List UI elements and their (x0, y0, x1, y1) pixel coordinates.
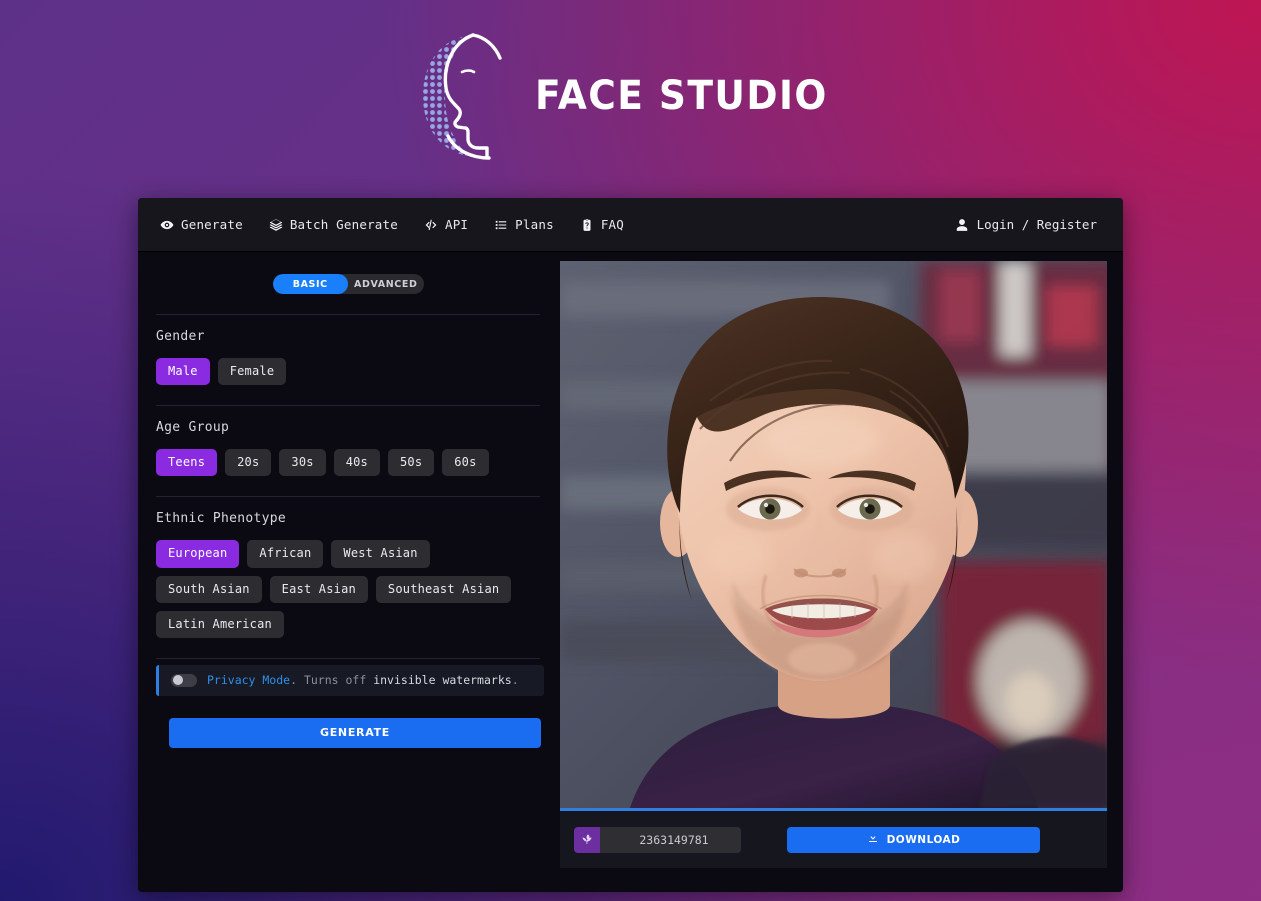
privacy-mode-toggle[interactable] (171, 673, 197, 687)
toggle-knob (173, 675, 183, 686)
gender-option-male[interactable]: Male (156, 358, 210, 386)
section-ethnic-phenotype: Ethnic Phenotype European African West A… (156, 497, 540, 638)
section-title-ethnic-phenotype: Ethnic Phenotype (156, 511, 287, 527)
age-option-teens[interactable]: Teens (156, 449, 218, 477)
privacy-mode-separator: . (290, 673, 298, 688)
section-gender: Gender Male Female (156, 315, 540, 386)
nav-item-label: Batch Generate (289, 217, 398, 232)
download-button[interactable]: DOWNLOAD (787, 826, 1040, 853)
result-card: DOWNLOAD (560, 261, 1107, 868)
ethnicity-option-south-asian[interactable]: South Asian (156, 575, 262, 603)
nav-item-label: Plans (515, 217, 554, 232)
ethnicity-option-west-asian[interactable]: West Asian (331, 540, 430, 568)
login-register-label: Login / Register (976, 217, 1097, 232)
eye-icon (160, 218, 174, 232)
gender-option-female[interactable]: Female (217, 358, 287, 386)
code-brackets-icon (424, 218, 438, 232)
age-option-60s[interactable]: 60s (442, 449, 489, 477)
age-option-40s[interactable]: 40s (333, 449, 380, 477)
age-group-options: Teens 20s 30s 40s 50s 60s (156, 449, 540, 477)
nav-item-faq[interactable]: FAQ (580, 217, 624, 232)
seed-field (574, 826, 741, 853)
divider (156, 657, 540, 659)
age-option-50s[interactable]: 50s (387, 449, 435, 477)
result-action-bar: DOWNLOAD (560, 811, 1107, 868)
gender-options: Male Female (156, 358, 540, 386)
brand-logo: FACE STUDIO (0, 26, 1261, 166)
result-panel: DOWNLOAD (560, 252, 1123, 892)
nav-item-api[interactable]: API (424, 217, 468, 232)
privacy-mode-label[interactable]: Privacy Mode (207, 673, 290, 687)
age-option-20s[interactable]: 20s (225, 449, 272, 477)
app-window: Generate Batch Generate API Plans FAQ Lo… (138, 198, 1123, 892)
section-age-group: Age Group Teens 20s 30s 40s 50s 60s (156, 406, 540, 477)
ethnicity-option-southeast-asian[interactable]: Southeast Asian (375, 575, 512, 603)
brand-name: FACE STUDIO (534, 73, 828, 119)
face-profile-halftone-sphere-logo-icon (415, 32, 521, 160)
nav-item-label: API (444, 217, 469, 232)
ethnic-phenotype-options: European African West Asian South Asian … (156, 540, 540, 638)
ethnicity-option-latin-american[interactable]: Latin American (156, 610, 284, 638)
mode-toggle: BASIC ADVANCED (272, 274, 424, 294)
section-title-age-group: Age Group (156, 420, 230, 436)
controls-panel: BASIC ADVANCED Gender Male Female Age Gr… (138, 252, 560, 892)
privacy-mode-text: Privacy Mode. Turns off invisible waterm… (207, 673, 519, 687)
tab-advanced[interactable]: ADVANCED (348, 274, 424, 294)
user-icon (955, 218, 969, 232)
generated-face-image[interactable] (560, 261, 1107, 808)
seedling-icon[interactable] (574, 826, 600, 853)
nav-item-label: FAQ (600, 217, 624, 232)
login-register-button[interactable]: Login / Register (955, 217, 1097, 232)
privacy-mode-desc-post: . (511, 673, 519, 688)
nav-item-label: Generate (181, 217, 243, 232)
clipboard-question-icon (580, 218, 594, 232)
ethnicity-option-african[interactable]: African (247, 540, 324, 568)
seed-input[interactable] (600, 826, 741, 853)
ethnicity-option-european[interactable]: European (156, 540, 240, 568)
download-icon (867, 832, 879, 847)
download-label: DOWNLOAD (886, 833, 961, 846)
age-option-30s[interactable]: 30s (279, 449, 326, 477)
privacy-mode-desc-emphasis: invisible watermarks (373, 673, 512, 688)
nav-item-batch-generate[interactable]: Batch Generate (269, 217, 398, 232)
app-body: BASIC ADVANCED Gender Male Female Age Gr… (138, 252, 1123, 892)
nav-item-generate[interactable]: Generate (160, 217, 243, 232)
navbar: Generate Batch Generate API Plans FAQ Lo… (138, 198, 1123, 252)
generate-button[interactable]: GENERATE (169, 717, 541, 748)
tab-basic[interactable]: BASIC (272, 274, 348, 294)
layers-icon (269, 218, 283, 232)
privacy-mode-desc-pre: Turns off (297, 673, 374, 688)
privacy-mode-row: Privacy Mode. Turns off invisible waterm… (156, 664, 544, 696)
nav-item-plans[interactable]: Plans (494, 217, 554, 232)
list-icon (494, 218, 508, 232)
section-title-gender: Gender (156, 329, 205, 344)
navbar-links: Generate Batch Generate API Plans FAQ (160, 217, 955, 232)
ethnicity-option-east-asian[interactable]: East Asian (269, 575, 368, 603)
